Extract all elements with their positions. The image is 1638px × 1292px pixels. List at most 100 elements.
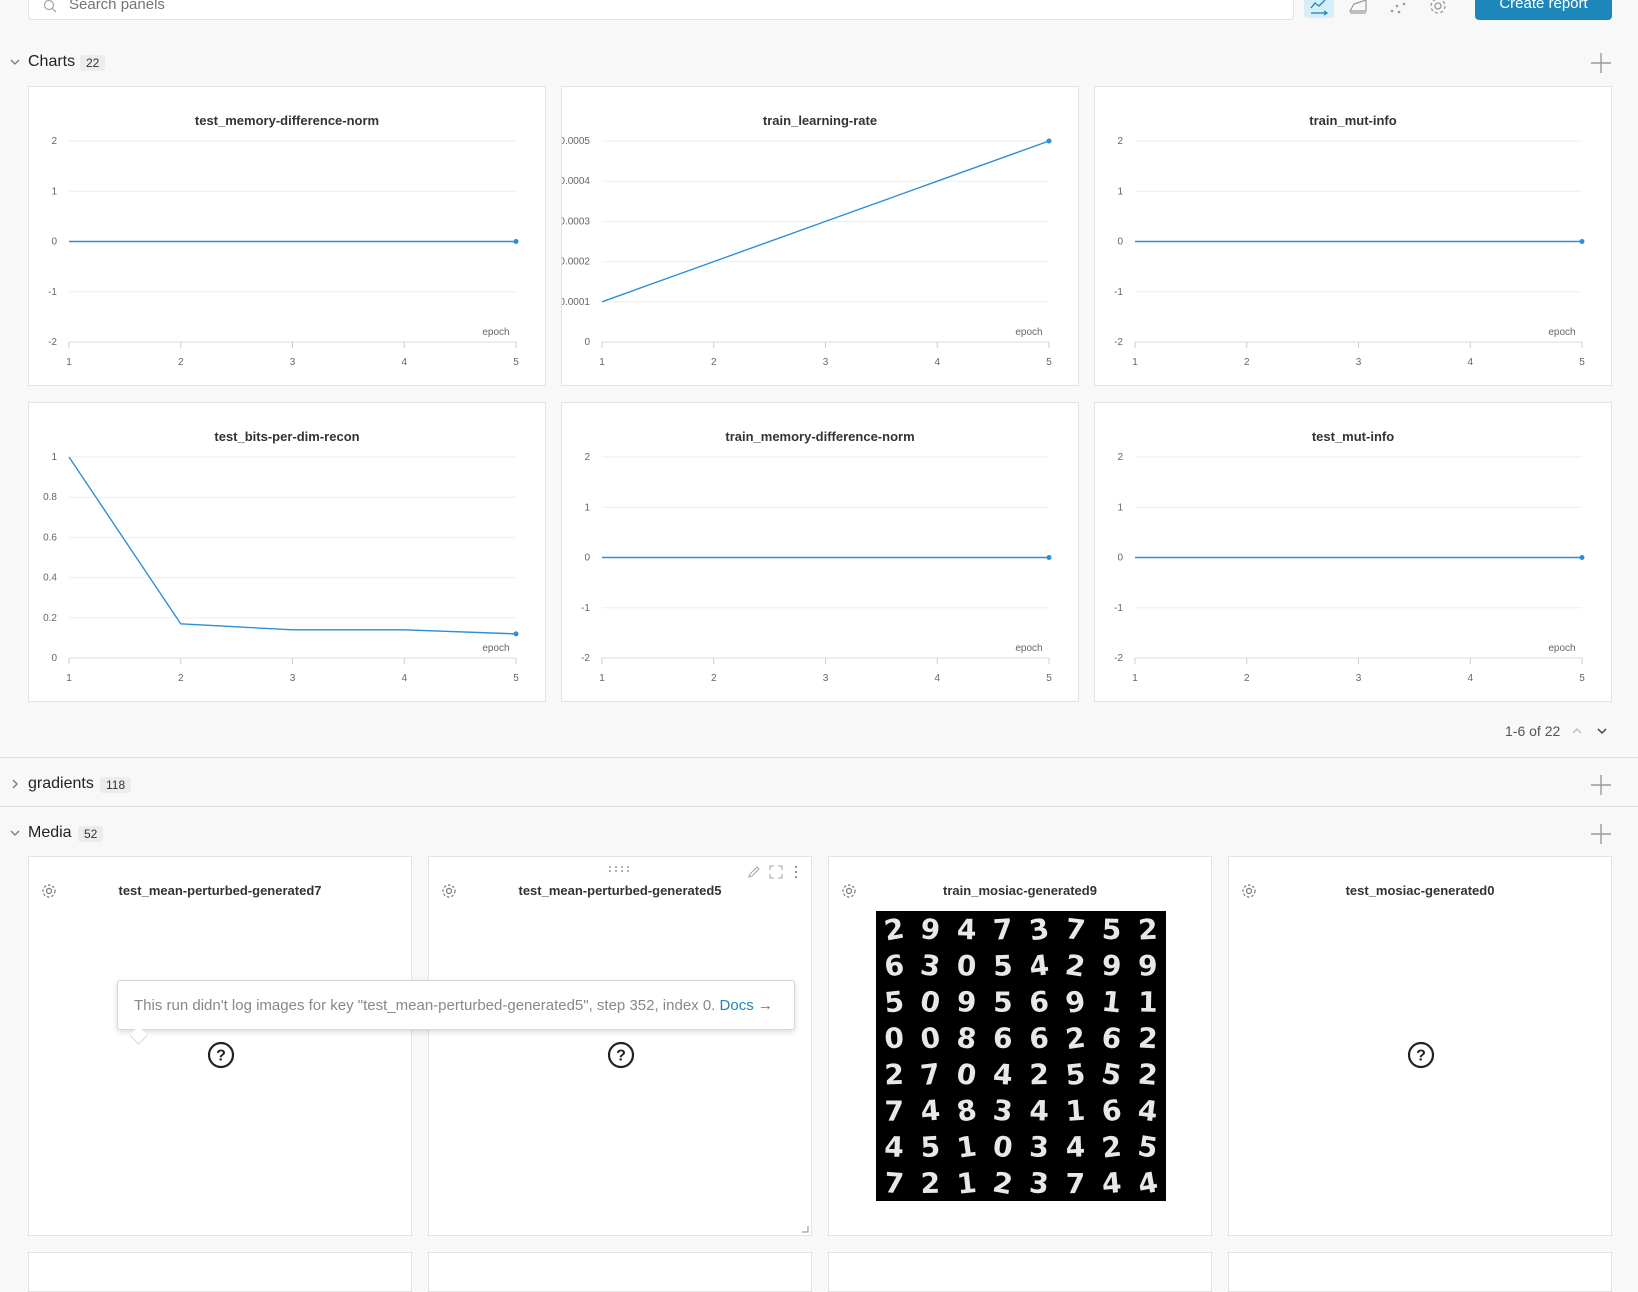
- media-panel[interactable]: [828, 1252, 1212, 1292]
- edit-icon[interactable]: [747, 865, 761, 879]
- digit-sample: 7: [992, 912, 1014, 946]
- x-axis-label: epoch: [1548, 643, 1575, 654]
- docs-link[interactable]: Docs →: [720, 997, 773, 1014]
- chevron-down-icon[interactable]: [9, 827, 21, 839]
- media-panel[interactable]: test_mean-perturbed-generated5 ?: [428, 856, 812, 1236]
- x-tick-label: 3: [1356, 673, 1362, 684]
- digit-sample: 0: [918, 984, 943, 1020]
- digit-sample: 2: [1063, 948, 1087, 984]
- y-tick-label: 1: [584, 502, 590, 513]
- digit-sample: 7: [883, 1166, 905, 1200]
- digit-sample: 0: [883, 1021, 905, 1055]
- chart-panel[interactable]: test_bits-per-dim-recon 1 0.8 0.6 0.4 0.2 0 1 2…: [28, 402, 546, 702]
- chart-panel[interactable]: train_learning-rate 0.0005 0.0004 0.0003 0.…: [561, 86, 1079, 386]
- x-tick-label: 2: [178, 357, 184, 368]
- chart-panel[interactable]: train_memory-difference-norm 2 1 0 -1 -2 1 2 3 4…: [561, 402, 1079, 702]
- media-panel[interactable]: [1228, 1252, 1612, 1292]
- section-title: gradients: [28, 775, 94, 792]
- digit-sample: 3: [1028, 1166, 1050, 1201]
- question-circle-icon[interactable]: ?: [207, 1041, 235, 1069]
- y-tick-label: 0: [584, 553, 590, 564]
- y-tick-label: 0.0005: [562, 136, 590, 147]
- y-tick-label: 2: [584, 452, 590, 463]
- y-tick-label: 0: [51, 237, 57, 248]
- y-tick-label: 0: [1117, 553, 1123, 564]
- media-panel[interactable]: train_mosiac-generated9 2947375263054299…: [828, 856, 1212, 1236]
- fullscreen-icon[interactable]: [769, 865, 783, 879]
- data-point: [1579, 555, 1585, 560]
- digit-sample: 4: [957, 913, 977, 946]
- chevron-down-icon[interactable]: [9, 56, 21, 68]
- line-plot-icon[interactable]: [1304, 0, 1334, 18]
- add-panel-icon[interactable]: [1590, 52, 1612, 74]
- digit-sample: 5: [1136, 1129, 1160, 1165]
- digit-sample: 7: [1066, 1167, 1085, 1200]
- x-tick-label: 4: [1467, 357, 1473, 368]
- media-section-header[interactable]: Media 52: [0, 819, 1638, 849]
- digit-sample: 3: [918, 948, 942, 983]
- x-tick-label: 2: [1244, 673, 1250, 684]
- line-chart: 2 1 0 -1 -2 1 2 3 4 5 epoch: [581, 452, 1052, 684]
- mnist-mosaic-image[interactable]: 2 9 4 7 3 7 5 26 3 0 5 4 2 9 95 0 9 5 6 9 1 10 0 8 6 6 2 6 22 7 0 4 2 5 5 2…: [876, 911, 1166, 1201]
- x-tick-label: 4: [401, 357, 407, 368]
- digit-sample: 3: [1029, 1130, 1050, 1164]
- x-tick-label: 2: [711, 357, 717, 368]
- resize-handle-icon[interactable]: [801, 1225, 809, 1233]
- media-panel[interactable]: test_mean-perturbed-generated7 ?: [28, 856, 412, 1236]
- area-plot-icon[interactable]: [1343, 0, 1373, 18]
- x-tick-label: 2: [711, 673, 717, 684]
- digit-sample: 1: [1100, 985, 1123, 1020]
- chevron-up-icon[interactable]: [1570, 724, 1584, 738]
- digit-sample: 4: [992, 1057, 1014, 1091]
- svg-text:?: ?: [616, 1048, 626, 1065]
- scatter-plot-icon[interactable]: [1383, 0, 1413, 18]
- x-axis-label: epoch: [482, 643, 509, 654]
- media-panel[interactable]: [28, 1252, 412, 1292]
- digit-sample: 6: [1099, 1093, 1123, 1129]
- digit-sample: 9: [919, 912, 942, 947]
- chart-panel[interactable]: test_memory-difference-norm 2 1 0 -1 -2 1 2 3 4 5…: [28, 86, 546, 386]
- digit-sample: 6: [1100, 1021, 1124, 1056]
- x-tick-label: 1: [1132, 357, 1138, 368]
- digit-sample: 2: [1137, 1057, 1159, 1092]
- chart-panel[interactable]: train_mut-info 2 1 0 -1 -2 1 2 3 4 5 epoch: [1094, 86, 1612, 386]
- data-point: [513, 239, 519, 244]
- create-report-button[interactable]: Create report: [1475, 0, 1612, 20]
- digit-sample: 5: [993, 986, 1012, 1019]
- svg-text:?: ?: [1416, 1048, 1426, 1065]
- digit-sample: 4: [1065, 1130, 1086, 1164]
- data-point: [1579, 239, 1585, 244]
- drag-handle-icon[interactable]: [607, 865, 633, 873]
- media-panel[interactable]: test_mosiac-generated0 ?: [1228, 856, 1612, 1236]
- x-tick-label: 3: [1356, 357, 1362, 368]
- chevron-right-icon[interactable]: [9, 778, 21, 790]
- digit-sample: 2: [882, 912, 907, 948]
- charts-section-header[interactable]: Charts 22: [0, 48, 1638, 78]
- digit-sample: 5: [993, 949, 1014, 983]
- add-panel-icon[interactable]: [1590, 774, 1612, 796]
- question-circle-icon[interactable]: ?: [607, 1041, 635, 1069]
- y-tick-label: 0: [51, 653, 57, 664]
- digit-sample: 2: [1137, 1021, 1158, 1055]
- digit-sample: 2: [1029, 1058, 1049, 1091]
- section-count-badge: 118: [100, 777, 132, 793]
- digit-sample: 9: [1138, 949, 1158, 982]
- search-input[interactable]: [67, 0, 671, 14]
- digit-sample: 4: [1029, 1094, 1049, 1127]
- media-title: test_mosiac-generated0: [1345, 883, 1495, 898]
- x-tick-label: 4: [934, 673, 940, 684]
- search-panels-box[interactable]: [28, 0, 1294, 20]
- y-tick-label: 0.6: [43, 532, 57, 543]
- chart-panel[interactable]: test_mut-info 2 1 0 -1 -2 1 2 3 4 5 epoch: [1094, 402, 1612, 702]
- y-tick-label: 1: [1117, 186, 1123, 197]
- more-options-icon[interactable]: [793, 865, 799, 879]
- media-panel[interactable]: [428, 1252, 812, 1292]
- gear-icon[interactable]: [1423, 0, 1453, 18]
- line-chart: 2 1 0 -1 -2 1 2 3 4 5 epoch: [1114, 136, 1585, 368]
- add-panel-icon[interactable]: [1590, 823, 1612, 845]
- chevron-down-icon[interactable]: [1595, 724, 1609, 738]
- question-circle-icon[interactable]: ?: [1407, 1041, 1435, 1069]
- gradients-section-header[interactable]: gradients 118: [0, 770, 1638, 800]
- y-tick-label: 2: [1117, 136, 1123, 147]
- y-tick-label: -1: [48, 287, 57, 298]
